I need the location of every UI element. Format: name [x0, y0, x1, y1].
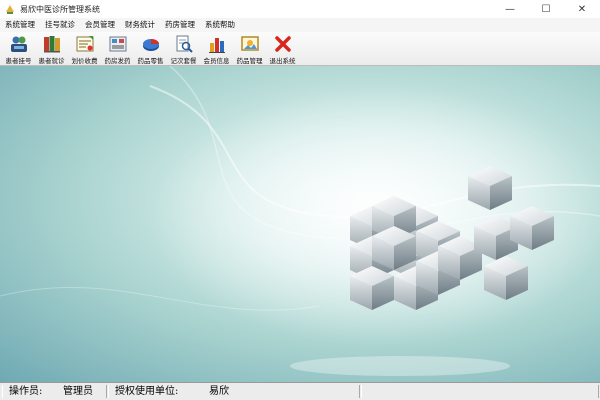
menu-system-help[interactable]: 系统帮助 — [200, 18, 240, 32]
toolbar-label: 划价收费 — [71, 57, 98, 65]
app-icon — [6, 5, 14, 14]
toolbar: 患者挂号 患者就诊 划价收费 药房发药 药品零售 记次套餐 会员信息 药品管理 … — [0, 32, 600, 66]
minimize-button[interactable]: — — [492, 0, 528, 18]
menu-system-management[interactable]: 系统管理 — [0, 18, 40, 32]
toolbar-pharmacy-dispense-button[interactable]: 药房发药 — [101, 32, 134, 66]
toolbar-label: 患者就诊 — [38, 57, 65, 65]
maximize-button[interactable]: ☐ — [528, 0, 564, 18]
toolbar-session-package-button[interactable]: 记次套餐 — [167, 32, 200, 66]
main-background — [0, 66, 600, 382]
picture-icon — [240, 36, 259, 51]
toolbar-label: 患者挂号 — [5, 57, 32, 65]
unit-label: 授权使用单位: — [115, 386, 179, 397]
unit-value: 易欣 — [209, 386, 229, 397]
toolbar-label: 药品管理 — [236, 57, 263, 65]
medicine-icon — [109, 36, 126, 52]
toolbar-member-info-button[interactable]: 会员信息 — [200, 32, 233, 66]
menu-bar: 系统管理 挂号就诊 会员管理 财务统计 药房管理 系统帮助 — [0, 18, 600, 32]
toolbar-label: 退出系统 — [269, 57, 296, 65]
close-button[interactable]: ✕ — [564, 0, 600, 18]
background-illustration — [0, 66, 600, 376]
operator-label: 操作员: — [9, 386, 43, 397]
status-operator-cell: 操作员: 管理员 — [2, 385, 107, 398]
menu-pharmacy-management[interactable]: 药房管理 — [160, 18, 200, 32]
toolbar-drug-retail-button[interactable]: 药品零售 — [134, 32, 167, 66]
exit-x-icon — [274, 36, 291, 52]
toolbar-patient-registration-button[interactable]: 患者挂号 — [2, 32, 35, 66]
patients-icon — [10, 36, 27, 52]
toolbar-pricing-charge-button[interactable]: 划价收费 — [68, 32, 101, 66]
menu-member-management[interactable]: 会员管理 — [80, 18, 120, 32]
search-document-icon — [176, 35, 193, 53]
toolbar-exit-system-button[interactable]: 退出系统 — [266, 32, 299, 66]
bar-chart-icon — [208, 38, 225, 53]
books-icon — [43, 36, 60, 53]
window-title: 易欣中医诊所管理系统 — [20, 5, 100, 14]
toolbar-label: 记次套餐 — [170, 57, 197, 65]
pie-chart-icon — [142, 39, 159, 51]
title-bar[interactable]: 易欣中医诊所管理系统 — ☐ ✕ — [0, 0, 600, 19]
toolbar-label: 会员信息 — [203, 57, 230, 65]
menu-finance-statistics[interactable]: 财务统计 — [120, 18, 160, 32]
toolbar-label: 药房发药 — [104, 57, 131, 65]
certificate-icon — [76, 36, 93, 52]
operator-value: 管理员 — [63, 386, 93, 397]
status-bar: 操作员: 管理员 授权使用单位: 易欣 — [0, 382, 600, 400]
status-empty-cell — [361, 385, 599, 398]
toolbar-label: 药品零售 — [137, 57, 164, 65]
status-unit-cell: 授权使用单位: 易欣 — [108, 385, 360, 398]
toolbar-drug-management-button[interactable]: 药品管理 — [233, 32, 266, 66]
menu-registration[interactable]: 挂号就诊 — [40, 18, 80, 32]
toolbar-patient-consultation-button[interactable]: 患者就诊 — [35, 32, 68, 66]
